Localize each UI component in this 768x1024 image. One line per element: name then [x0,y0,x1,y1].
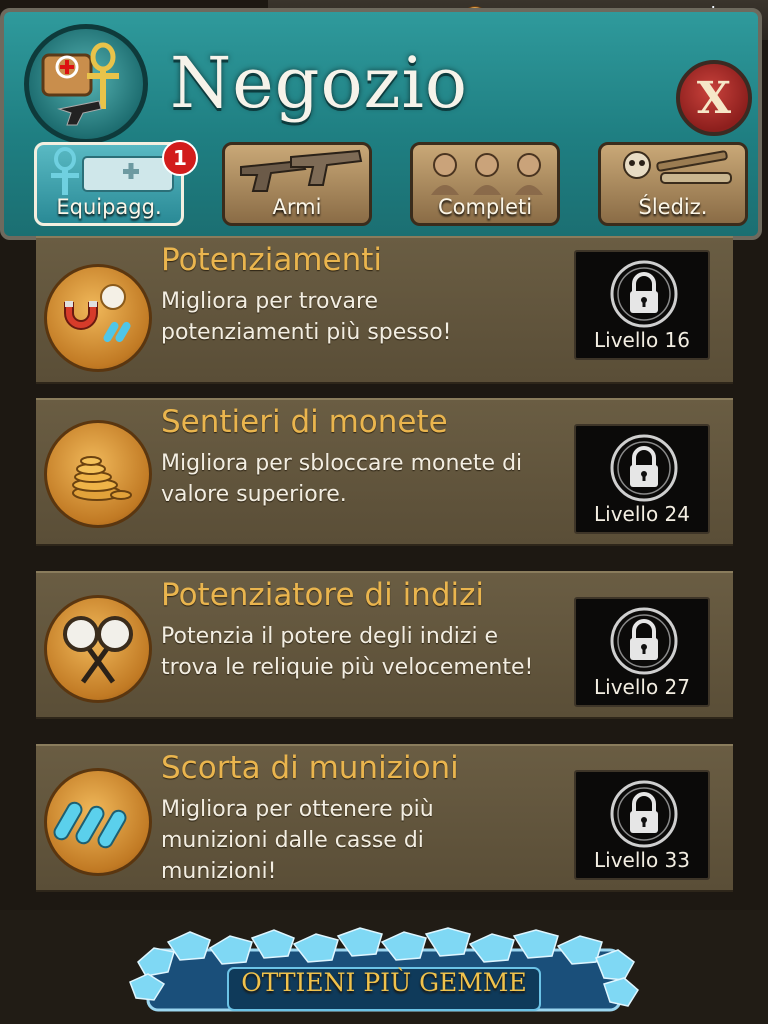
locked-level-badge: Livello 27 [574,597,710,707]
upgrade-description: Migliora per sbloccare monete di valore … [161,448,573,510]
upgrade-description-line: Potenzia il potere degli indizi e [161,624,499,649]
upgrade-description-line: Migliora per ottenere più [161,797,434,822]
lock-icon [610,260,678,328]
close-label: X [696,72,732,124]
upgrade-description-line: trova le reliquie più velocemente! [161,655,534,680]
upgrade-description-line: Migliora per sbloccare monete di [161,451,523,476]
magnifying-glasses-icon [44,595,152,703]
locked-level-badge: Livello 33 [574,770,710,880]
ammo-icon [44,768,152,876]
level-requirement: Livello 27 [594,675,690,699]
upgrade-title: Potenziatore di indizi [161,577,485,613]
magnet-powerup-icon [44,264,152,372]
level-requirement: Livello 33 [594,848,690,872]
upgrade-title: Sentieri di monete [161,404,448,440]
shop-emblem-icon [24,24,148,144]
upgrade-description-line: munizioni! [161,859,277,884]
get-more-gems-label: OTTIENI PIÙ GEMME [241,968,527,997]
upgrade-description: Migliora per ottenere più munizioni dall… [161,794,573,887]
upgrade-row-sentieri-di-monete[interactable]: Sentieri di monete Migliora per sbloccar… [36,398,733,546]
page-title: Negozio [170,42,469,124]
curses-icon [623,150,732,184]
upgrade-description: Migliora per trovare potenziamenti più s… [161,286,573,348]
outfits-icon [431,153,543,195]
guns-icon [240,149,363,192]
upgrade-description-line: valore superiore. [161,482,347,507]
locked-level-badge: Livello 16 [574,250,710,360]
lock-icon [610,780,678,848]
tab-label: Completi [437,195,533,219]
level-requirement: Livello 24 [594,502,690,526]
tab-maledizioni[interactable]: Ślediz. [598,142,748,226]
medkit-icon [51,147,174,195]
upgrade-description: Potenzia il potere degli indizi e trova … [161,621,573,683]
tab-completi[interactable]: Completi [410,142,560,226]
upgrade-description-line: Migliora per trovare [161,289,379,314]
locked-level-badge: Livello 24 [574,424,710,534]
upgrade-row-potenziamenti[interactable]: Potenziamenti Migliora per trovare poten… [36,236,733,384]
upgrade-title: Scorta di munizioni [161,750,459,786]
notification-badge: 1 [162,140,198,176]
upgrade-title: Potenziamenti [161,242,382,278]
tab-label: Ślediz. [638,195,708,219]
tab-armi[interactable]: Armi [222,142,372,226]
upgrade-description-line: potenziamenti più spesso! [161,320,452,345]
upgrade-row-scorta-di-munizioni[interactable]: Scorta di munizioni Migliora per ottener… [36,744,733,892]
upgrade-row-potenziatore-di-indizi[interactable]: Potenziatore di indizi Potenzia il poter… [36,571,733,719]
level-requirement: Livello 16 [594,328,690,352]
upgrade-description-line: munizioni dalle casse di [161,828,424,853]
lock-icon [610,607,678,675]
lock-icon [610,434,678,502]
tab-label: Armi [272,195,322,219]
tab-label: Equipagg. [56,195,162,219]
coin-stack-icon [44,420,152,528]
close-button[interactable]: X [676,60,752,136]
